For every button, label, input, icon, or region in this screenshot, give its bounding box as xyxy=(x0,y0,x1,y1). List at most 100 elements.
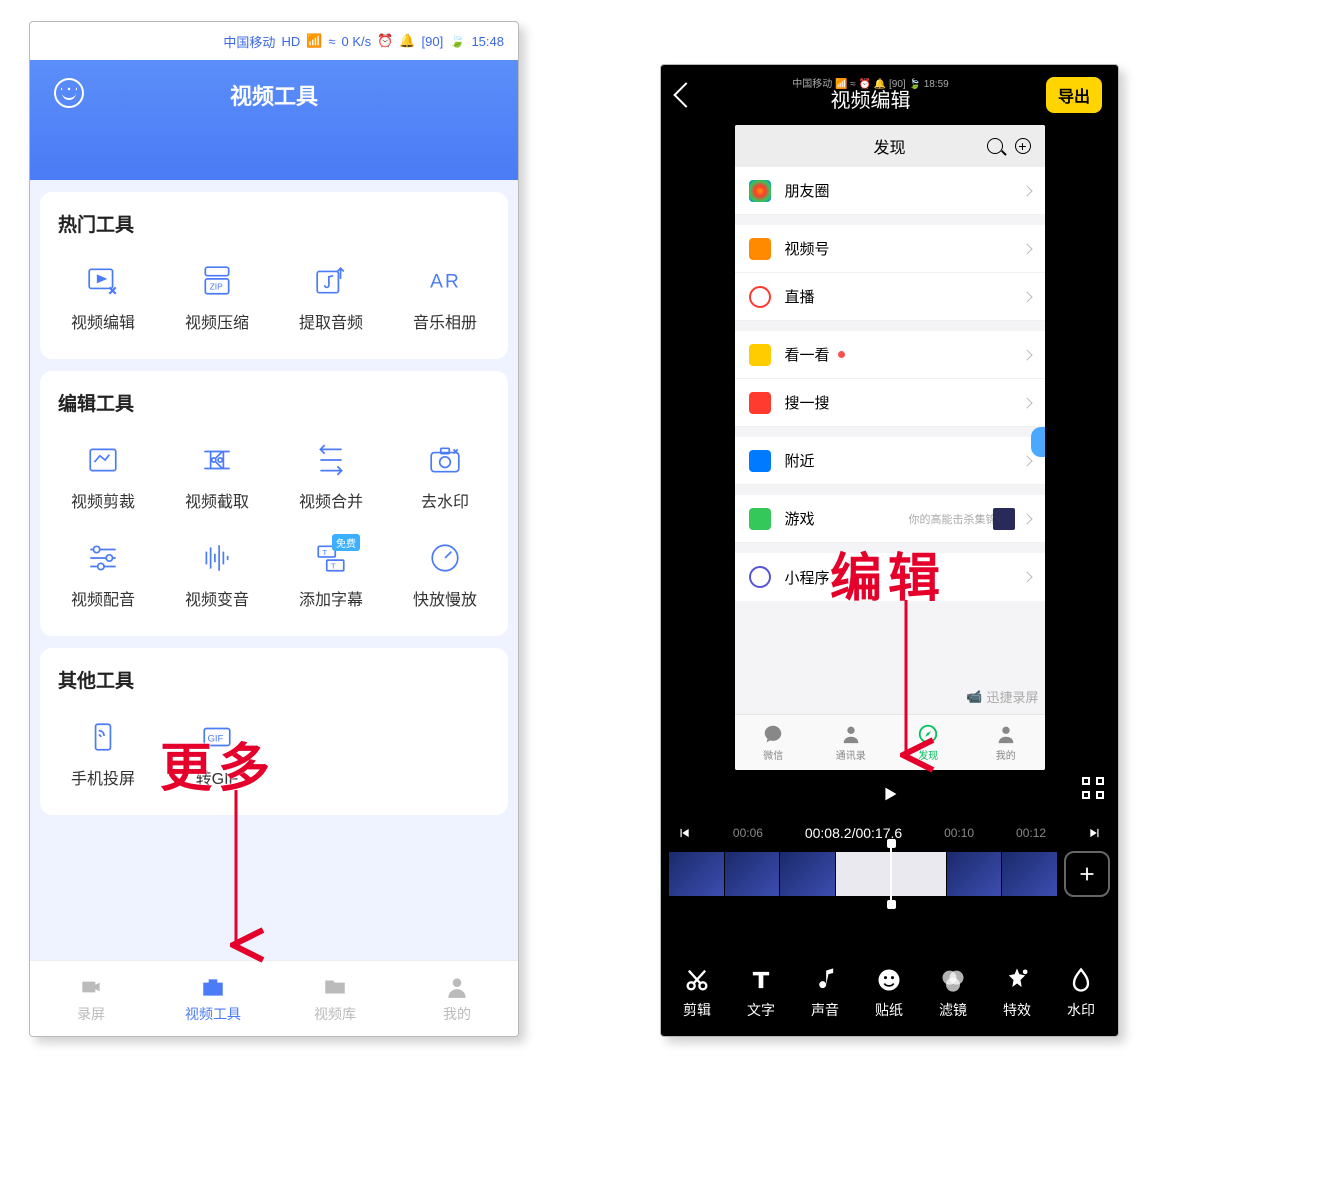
toolbox-icon xyxy=(200,974,226,1000)
edit-label: 文字 xyxy=(747,1000,775,1020)
tab-label: 视频库 xyxy=(314,1004,356,1024)
status-bar-small: 中国移动 📶 ≈ ⏰ 🔔 [90] 🍃 18:59 xyxy=(792,79,948,90)
chevron-right-icon xyxy=(1021,455,1032,466)
game-thumb xyxy=(993,508,1015,530)
frame-thumb[interactable] xyxy=(669,852,725,896)
edit-label: 声音 xyxy=(811,1000,839,1020)
annotation-more: 更多 xyxy=(160,726,276,801)
wx-item-channels: 视频号 xyxy=(735,225,1045,273)
music-up-icon xyxy=(313,263,349,299)
tool-cast[interactable]: 手机投屏 xyxy=(46,709,160,807)
tool-label: 视频截取 xyxy=(185,488,249,512)
wave-icon xyxy=(199,540,235,576)
games-icon xyxy=(749,508,771,530)
chevron-right-icon xyxy=(1021,513,1032,524)
video-preview[interactable]: 发现 + 朋友圈 视频号 直播 看一看 搜一搜 附近 游戏你的高能击杀集锦 小程… xyxy=(735,125,1045,770)
time-mark: 00:12 xyxy=(1016,826,1046,840)
tab-library[interactable]: 视频库 xyxy=(274,961,396,1036)
wechat-header: 发现 + xyxy=(735,125,1045,167)
leaf-icon: 🍃 xyxy=(449,33,465,49)
tool-dub[interactable]: 视频配音 xyxy=(46,530,160,628)
frame-thumb[interactable] xyxy=(780,852,836,896)
annotation-edit: 编辑 xyxy=(830,536,946,611)
edit-toolbar: 剪辑 文字 声音 贴纸 滤镜 特效 水印 xyxy=(661,950,1118,1036)
frame-thumb[interactable] xyxy=(1002,852,1058,896)
edit-fx[interactable]: 特效 xyxy=(985,966,1049,1020)
face-icon[interactable] xyxy=(54,78,84,108)
wx-item-moments: 朋友圈 xyxy=(735,167,1045,215)
camera-icon xyxy=(78,974,104,1000)
tool-label: 视频剪裁 xyxy=(71,488,135,512)
tab-me[interactable]: 我的 xyxy=(396,961,518,1036)
edit-audio[interactable]: 声音 xyxy=(793,966,857,1020)
tools-scroll[interactable]: 热门工具 视频编辑 ZIP视频压缩 提取音频 AR音乐相册 编辑工具 视频剪裁 … xyxy=(30,180,518,998)
nearby-icon xyxy=(749,450,771,472)
bell-icon: 🔔 xyxy=(399,33,415,49)
tab-label: 我的 xyxy=(443,1004,471,1024)
tool-video-edit[interactable]: 视频编辑 xyxy=(46,253,160,351)
tool-voice-change[interactable]: 视频变音 xyxy=(160,530,274,628)
channels-icon xyxy=(749,238,771,260)
search-icon xyxy=(987,138,1003,154)
edit-cut[interactable]: 剪辑 xyxy=(665,966,729,1020)
frame-thumb[interactable] xyxy=(725,852,781,896)
tool-remove-watermark[interactable]: 去水印 xyxy=(388,432,502,530)
play-edit-icon xyxy=(85,263,121,299)
wifi-icon: ≈ xyxy=(328,34,335,49)
frame-thumb[interactable] xyxy=(836,852,892,896)
edit-watermark[interactable]: 水印 xyxy=(1049,966,1113,1020)
tool-extract-audio[interactable]: 提取音频 xyxy=(274,253,388,351)
skip-start-icon[interactable] xyxy=(677,826,691,840)
tool-cut[interactable]: 视频截取 xyxy=(160,432,274,530)
tab-tools[interactable]: 视频工具 xyxy=(152,961,274,1036)
playhead[interactable] xyxy=(890,843,893,905)
fullscreen-button[interactable] xyxy=(1082,777,1104,799)
add-clip-button[interactable] xyxy=(1064,851,1110,897)
back-button[interactable] xyxy=(673,82,698,107)
time-label: 15:48 xyxy=(471,34,504,49)
editor-header: 中国移动 📶 ≈ ⏰ 🔔 [90] 🍃 18:59 视频编辑 导出 xyxy=(661,65,1118,125)
wx-item-search: 搜一搜 xyxy=(735,379,1045,427)
frame-thumb[interactable] xyxy=(891,852,947,896)
edit-sticker[interactable]: 贴纸 xyxy=(857,966,921,1020)
crop-icon xyxy=(85,442,121,478)
frame-thumb[interactable] xyxy=(947,852,1003,896)
wx-item-topstories: 看一看 xyxy=(735,331,1045,379)
tool-compress[interactable]: ZIP视频压缩 xyxy=(160,253,274,351)
tool-music-album[interactable]: AR音乐相册 xyxy=(388,253,502,351)
watermark-label: 📹 迅捷录屏 xyxy=(966,687,1038,706)
tool-crop[interactable]: 视频剪裁 xyxy=(46,432,160,530)
alarm-icon: ⏰ xyxy=(377,33,393,49)
search-menu-icon xyxy=(749,392,771,414)
tool-subtitle[interactable]: 免费TT添加字幕 xyxy=(274,530,388,628)
tool-label: 视频压缩 xyxy=(185,309,249,333)
ar-icon: AR xyxy=(427,263,463,299)
timeline-frames[interactable] xyxy=(669,849,1110,899)
tool-label: 提取音频 xyxy=(299,309,363,333)
time-mark: 00:10 xyxy=(944,826,974,840)
edit-label: 滤镜 xyxy=(939,1000,967,1020)
arrow-down-icon xyxy=(894,600,918,775)
chevron-right-icon xyxy=(1021,243,1032,254)
tool-speed[interactable]: 快放慢放 xyxy=(388,530,502,628)
time-mark: 00:06 xyxy=(733,826,763,840)
play-button[interactable] xyxy=(879,783,901,810)
section-hot: 热门工具 视频编辑 ZIP视频压缩 提取音频 AR音乐相册 xyxy=(40,192,508,359)
section-edit: 编辑工具 视频剪裁 视频截取 视频合并 去水印 视频配音 视频变音 免费TT添加… xyxy=(40,371,508,636)
edit-text[interactable]: 文字 xyxy=(729,966,793,1020)
edge-indicator xyxy=(1031,427,1045,457)
live-icon xyxy=(749,286,771,308)
tab-record[interactable]: 录屏 xyxy=(30,961,152,1036)
scissors-icon xyxy=(199,442,235,478)
edit-label: 剪辑 xyxy=(683,1000,711,1020)
tab-label: 视频工具 xyxy=(185,1004,241,1024)
edit-label: 水印 xyxy=(1067,1000,1095,1020)
wx-tab-me: 我的 xyxy=(967,715,1045,770)
section-title: 编辑工具 xyxy=(46,389,502,416)
section-title: 热门工具 xyxy=(46,210,502,237)
tool-merge[interactable]: 视频合并 xyxy=(274,432,388,530)
wechat-title: 发现 xyxy=(873,134,905,158)
export-button[interactable]: 导出 xyxy=(1046,77,1102,113)
skip-end-icon[interactable] xyxy=(1088,826,1102,840)
edit-filter[interactable]: 滤镜 xyxy=(921,966,985,1020)
